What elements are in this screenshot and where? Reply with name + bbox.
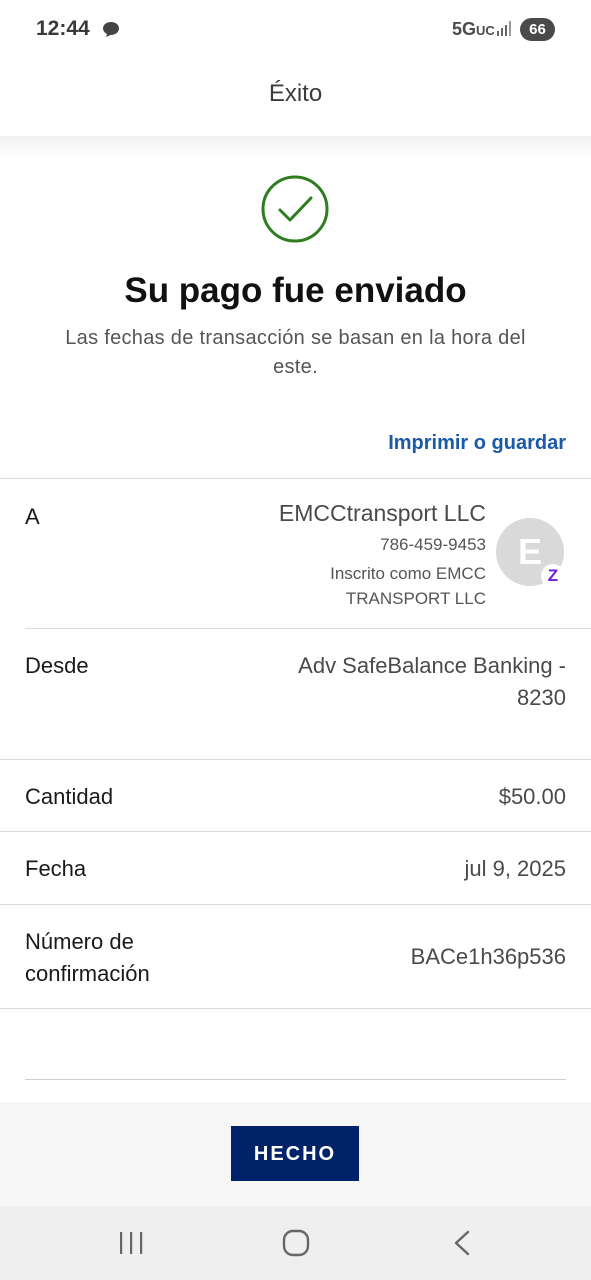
print-or-save-link[interactable]: Imprimir o guardar: [388, 432, 566, 455]
status-time: 12:44: [36, 17, 90, 40]
from-account: Adv SafeBalance Banking - 8230: [298, 653, 566, 710]
divider: [0, 759, 591, 760]
divider: [0, 1008, 591, 1009]
date-label: Fecha: [25, 856, 87, 881]
app-header: Éxito: [0, 60, 591, 136]
divider: [0, 904, 591, 905]
check-circle-icon: [261, 175, 329, 243]
recipient-name: EMCCtransport LLC: [278, 500, 486, 526]
system-nav-bar: [0, 1206, 591, 1280]
done-button[interactable]: HECHO: [231, 1126, 359, 1181]
divider: [25, 628, 591, 629]
amount-value: $50.00: [498, 784, 566, 809]
page-title: Éxito: [268, 80, 323, 107]
divider: [0, 831, 591, 832]
signal-icon: [496, 20, 514, 42]
confirmation-label: Número de confirmación: [25, 929, 150, 986]
status-bar: 12:44 5GUC 66: [0, 0, 591, 60]
recipient-registered-name: Inscrito como EMCC TRANSPORT LLC: [330, 564, 486, 608]
divider: [25, 1079, 566, 1080]
recipient-label: A: [25, 504, 40, 529]
amount-label: Cantidad: [25, 784, 114, 809]
from-label: Desde: [25, 653, 89, 678]
home-icon[interactable]: [276, 1228, 316, 1260]
zelle-icon: Z: [541, 564, 565, 588]
recipient-phone: 786-459-9453: [380, 535, 486, 554]
divider: [0, 478, 591, 479]
date-value: jul 9, 2025: [464, 856, 566, 881]
confirmation-number: BACe1h36p536: [410, 944, 566, 969]
success-headline: Su pago fue enviado: [124, 271, 467, 310]
chat-bubble-icon: [102, 21, 120, 43]
network-indicator: 5GUC: [452, 19, 495, 39]
header-shadow: [0, 136, 591, 160]
back-icon[interactable]: [442, 1228, 482, 1260]
recent-apps-icon[interactable]: [111, 1228, 151, 1260]
battery-level: 66: [520, 18, 555, 41]
timezone-note: Las fechas de transacción se basan en la…: [65, 327, 526, 378]
